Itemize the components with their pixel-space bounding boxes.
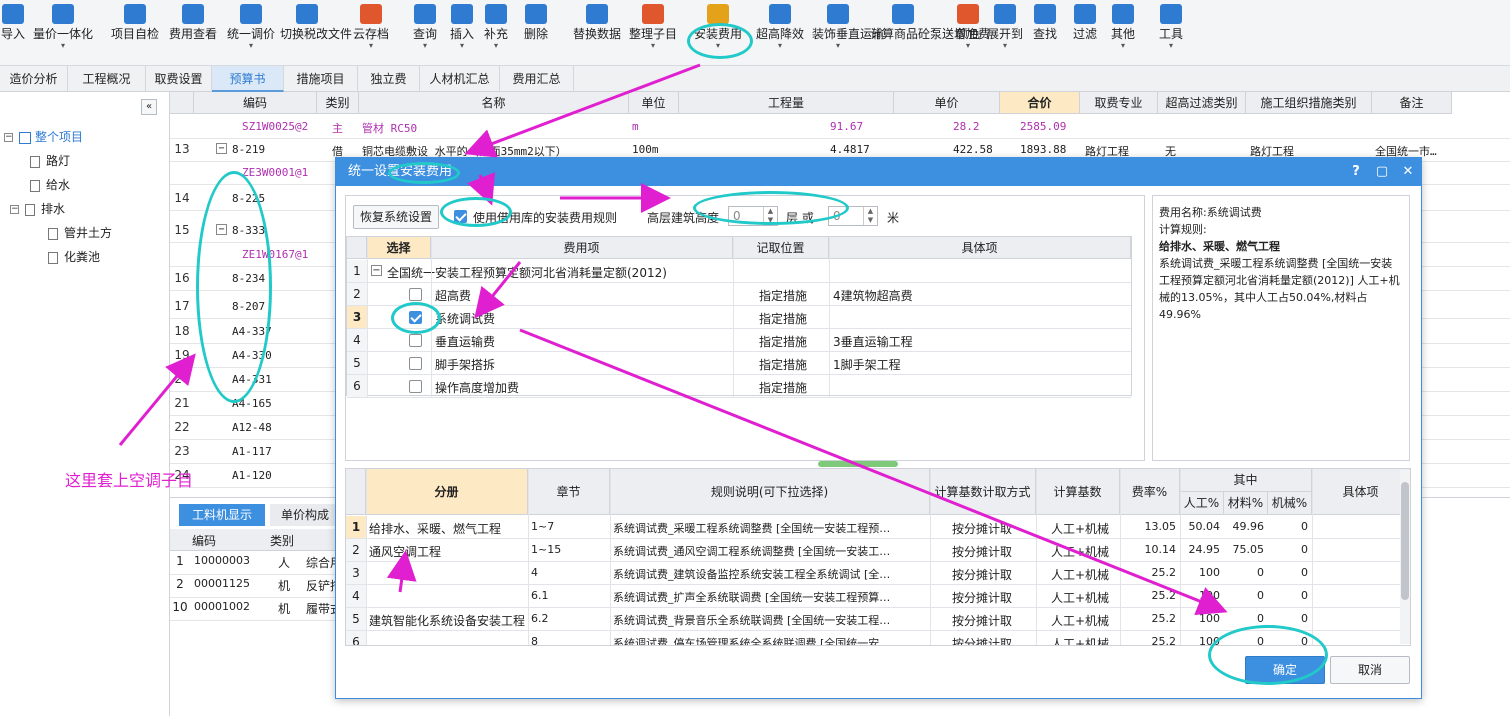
arrow-1 bbox=[464, 63, 701, 158]
highlight-install-fee bbox=[687, 23, 753, 59]
annotation-note: 这里套上空调子目 bbox=[65, 471, 194, 490]
arrow-5 bbox=[519, 328, 1228, 616]
highlight-checkbox bbox=[391, 302, 441, 334]
highlight-ok bbox=[1208, 625, 1328, 685]
highlight-height bbox=[693, 191, 849, 225]
highlight-codes bbox=[196, 171, 272, 403]
arrow-4 bbox=[474, 261, 522, 319]
highlight-use-lib bbox=[440, 197, 512, 227]
highlight-dialog-title bbox=[388, 162, 460, 184]
arrow-6 bbox=[118, 353, 196, 446]
arrow-7 bbox=[386, 550, 417, 593]
